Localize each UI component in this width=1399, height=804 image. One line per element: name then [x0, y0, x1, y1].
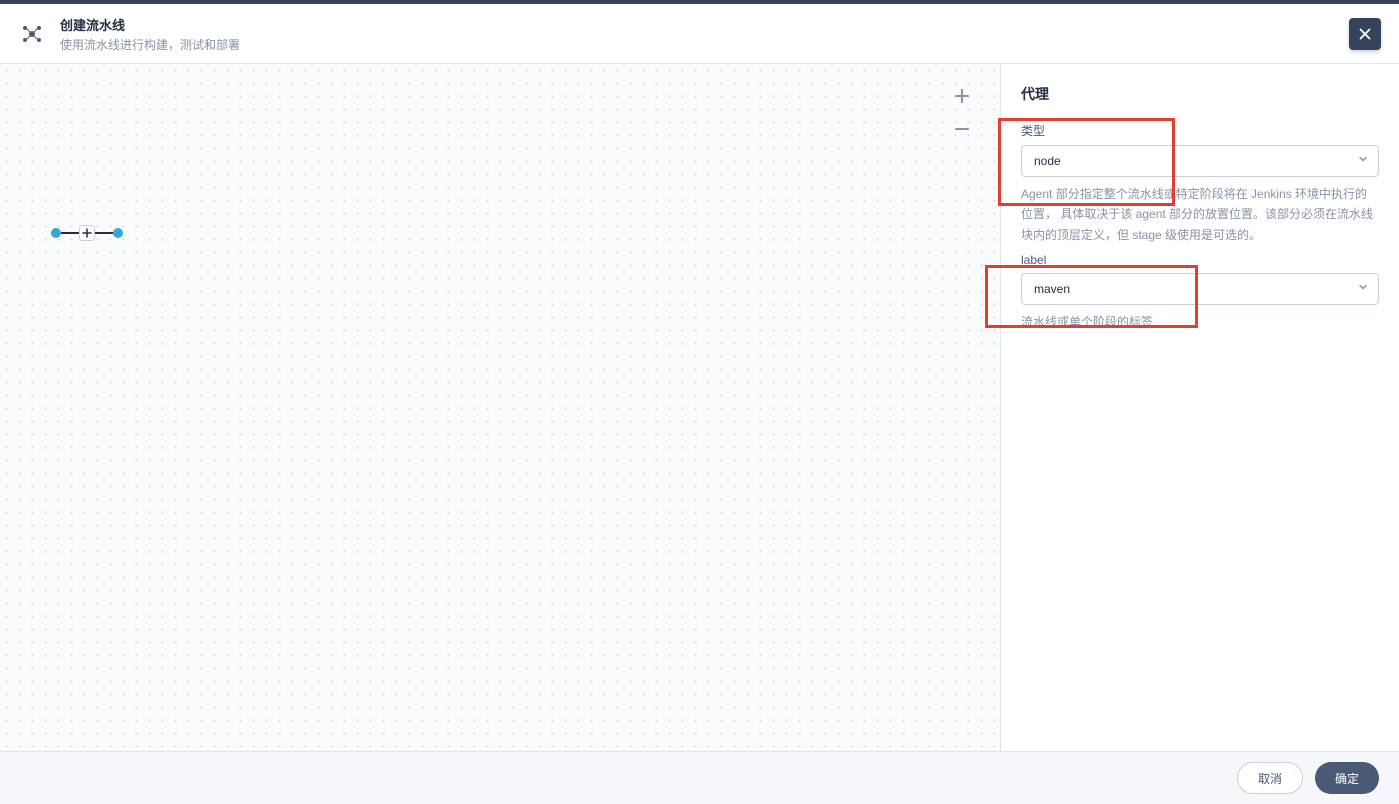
- panel-title: 代理: [1021, 84, 1379, 104]
- minus-icon: [954, 121, 970, 137]
- cancel-button[interactable]: 取消: [1237, 762, 1303, 794]
- label-select-value: maven: [1034, 282, 1070, 296]
- header-title: 创建流水线: [60, 15, 240, 34]
- header: 创建流水线 使用流水线进行构建，测试和部署: [0, 4, 1399, 64]
- zoom-out-button[interactable]: [952, 119, 972, 139]
- agent-config-panel: 代理 类型 node Agent 部分指定整个流水线或特定阶段将在 Jenkin…: [1000, 64, 1399, 804]
- pipeline-canvas[interactable]: [0, 64, 1000, 804]
- pipeline-icon: [20, 22, 44, 46]
- type-select-value: node: [1034, 154, 1061, 168]
- type-select[interactable]: node: [1021, 145, 1379, 177]
- pipeline-connector: [61, 232, 79, 234]
- type-label: 类型: [1021, 122, 1379, 139]
- close-icon: [1356, 25, 1374, 43]
- pipeline-end-node[interactable]: [113, 228, 123, 238]
- zoom-in-button[interactable]: [952, 86, 972, 106]
- close-button[interactable]: [1349, 18, 1381, 50]
- pipeline-start-node[interactable]: [51, 228, 61, 238]
- header-subtitle: 使用流水线进行构建，测试和部署: [60, 36, 240, 53]
- label-help-text: 流水线或单个阶段的标签: [1021, 312, 1379, 332]
- footer-bar: 取消 确定: [0, 751, 1399, 804]
- label-label: label: [1021, 253, 1379, 267]
- confirm-button[interactable]: 确定: [1315, 762, 1379, 794]
- pipeline-connector: [95, 232, 113, 234]
- plus-icon: [82, 228, 92, 238]
- plus-icon: [954, 88, 970, 104]
- pipeline-widget: [51, 225, 123, 241]
- label-select[interactable]: maven: [1021, 273, 1379, 305]
- type-help-text: Agent 部分指定整个流水线或特定阶段将在 Jenkins 环境中执行的位置，…: [1021, 184, 1379, 245]
- add-stage-button[interactable]: [79, 225, 95, 241]
